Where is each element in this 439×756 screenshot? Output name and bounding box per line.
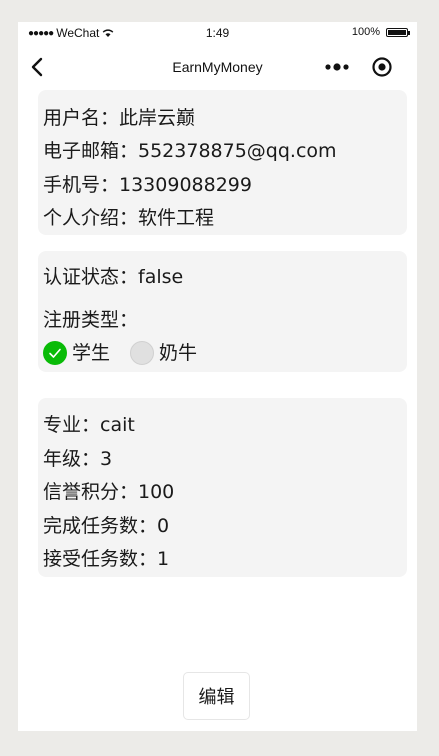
nav-bar: EarnMyMoney (18, 44, 417, 90)
username-text: 用户名：此岸云巅 (43, 107, 196, 129)
radio-option-student[interactable]: 学生 (43, 341, 110, 365)
radio-unchecked-icon[interactable] (130, 341, 155, 365)
grade-text: 年级：3 (43, 448, 113, 470)
status-right: 100% (351, 26, 410, 38)
student-info-card: 专业：cait 年级：3 信誉积分：100 完成任务数：0 接受任务数：1 (38, 398, 407, 577)
battery-icon (386, 27, 410, 37)
major-text: 专业：cait (43, 414, 135, 436)
radio-checked-icon[interactable] (43, 341, 67, 365)
check-icon (49, 348, 61, 358)
register-type-label: 注册类型： (43, 309, 139, 331)
phone-text: 手机号：13309088299 (43, 174, 252, 196)
email-text: 电子邮箱：552378875@qq.com (43, 140, 337, 162)
phone-screen: ●●●●● WeChat 1:49 100% EarnMyMoney 用户名：此… (18, 22, 417, 731)
register-type-group: 学生 奶牛 (43, 341, 217, 365)
nav-title: EarnMyMoney (172, 59, 263, 75)
registration-card: 认证状态：false 注册类型： 学生 奶牛 (38, 251, 407, 372)
more-icon[interactable] (324, 61, 350, 73)
completed-tasks-text: 完成任务数：0 (43, 515, 170, 537)
close-miniprogram-icon[interactable] (371, 56, 393, 78)
status-bar: ●●●●● WeChat 1:49 100% (18, 22, 417, 44)
battery-percent: 100% (351, 26, 380, 38)
intro-text: 个人介绍：软件工程 (43, 207, 215, 229)
radio-option-cow[interactable]: 奶牛 (130, 341, 197, 365)
auth-status-text: 认证状态：false (43, 266, 184, 288)
profile-card: 用户名：此岸云巅 电子邮箱：552378875@qq.com 手机号：13309… (38, 90, 407, 235)
radio-label-cow: 奶牛 (159, 342, 198, 364)
radio-label-student: 学生 (72, 342, 111, 364)
credit-text: 信誉积分：100 (43, 481, 175, 503)
edit-button[interactable]: 编辑 (183, 672, 250, 720)
accepted-tasks-text: 接受任务数：1 (43, 548, 170, 570)
